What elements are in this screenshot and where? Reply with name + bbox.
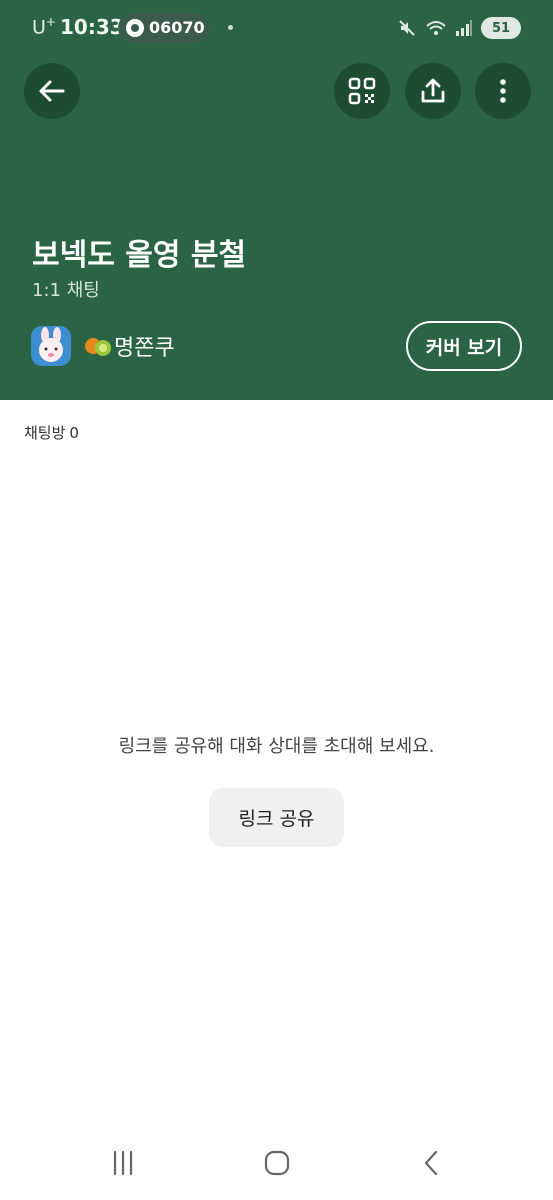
nav-back-button[interactable] (410, 1146, 454, 1180)
status-bar: U+ 10:33 06070 51 (0, 0, 553, 56)
share-icon (421, 78, 445, 103)
wifi-icon (426, 21, 446, 35)
home-icon (264, 1150, 290, 1176)
qr-code-button[interactable] (334, 63, 390, 119)
notification-dot-icon (228, 25, 233, 30)
more-options-button[interactable] (475, 63, 531, 119)
back-button[interactable] (24, 63, 80, 119)
live-activity-pill[interactable]: 06070 (118, 13, 210, 43)
chat-room-label: 채팅방 (24, 424, 66, 442)
battery-icon: 51 (481, 17, 521, 39)
more-vertical-icon (500, 79, 506, 103)
mute-icon (399, 20, 415, 36)
system-nav-bar (0, 1126, 553, 1200)
owner-avatar[interactable] (31, 326, 71, 366)
recent-apps-button[interactable] (101, 1146, 145, 1180)
status-time: 10:33 (60, 15, 124, 39)
nav-back-icon (424, 1150, 438, 1176)
qr-code-icon (348, 77, 376, 105)
view-cover-button[interactable]: 커버 보기 (406, 321, 522, 371)
fruit-emoji-icon (85, 338, 111, 356)
app-pill-icon (126, 19, 144, 37)
pill-text: 06070 (149, 18, 205, 37)
room-type: 1:1 채팅 (32, 280, 100, 301)
system-icons: 51 (397, 16, 521, 40)
home-button[interactable] (255, 1146, 299, 1180)
chat-room-count-value: 0 (69, 424, 79, 442)
share-link-button[interactable]: 링크 공유 (209, 788, 344, 847)
owner-name: 명쫀쿠 (114, 336, 175, 361)
signal-icon (456, 20, 472, 36)
back-arrow-icon (39, 80, 65, 102)
chat-room-count: 채팅방 0 (24, 422, 79, 443)
empty-state-message: 링크를 공유해 대화 상대를 초대해 보세요. (118, 736, 435, 757)
share-button[interactable] (405, 63, 461, 119)
bunny-avatar-icon (39, 327, 63, 362)
carrier-label: U+ (32, 15, 56, 39)
chat-room-header: U+ 10:33 06070 51 보넥도 올영 분철 1:1 채팅 명쫀쿠 커… (0, 0, 553, 400)
room-title: 보넥도 올영 분철 (32, 238, 247, 273)
recent-apps-icon (113, 1150, 133, 1176)
